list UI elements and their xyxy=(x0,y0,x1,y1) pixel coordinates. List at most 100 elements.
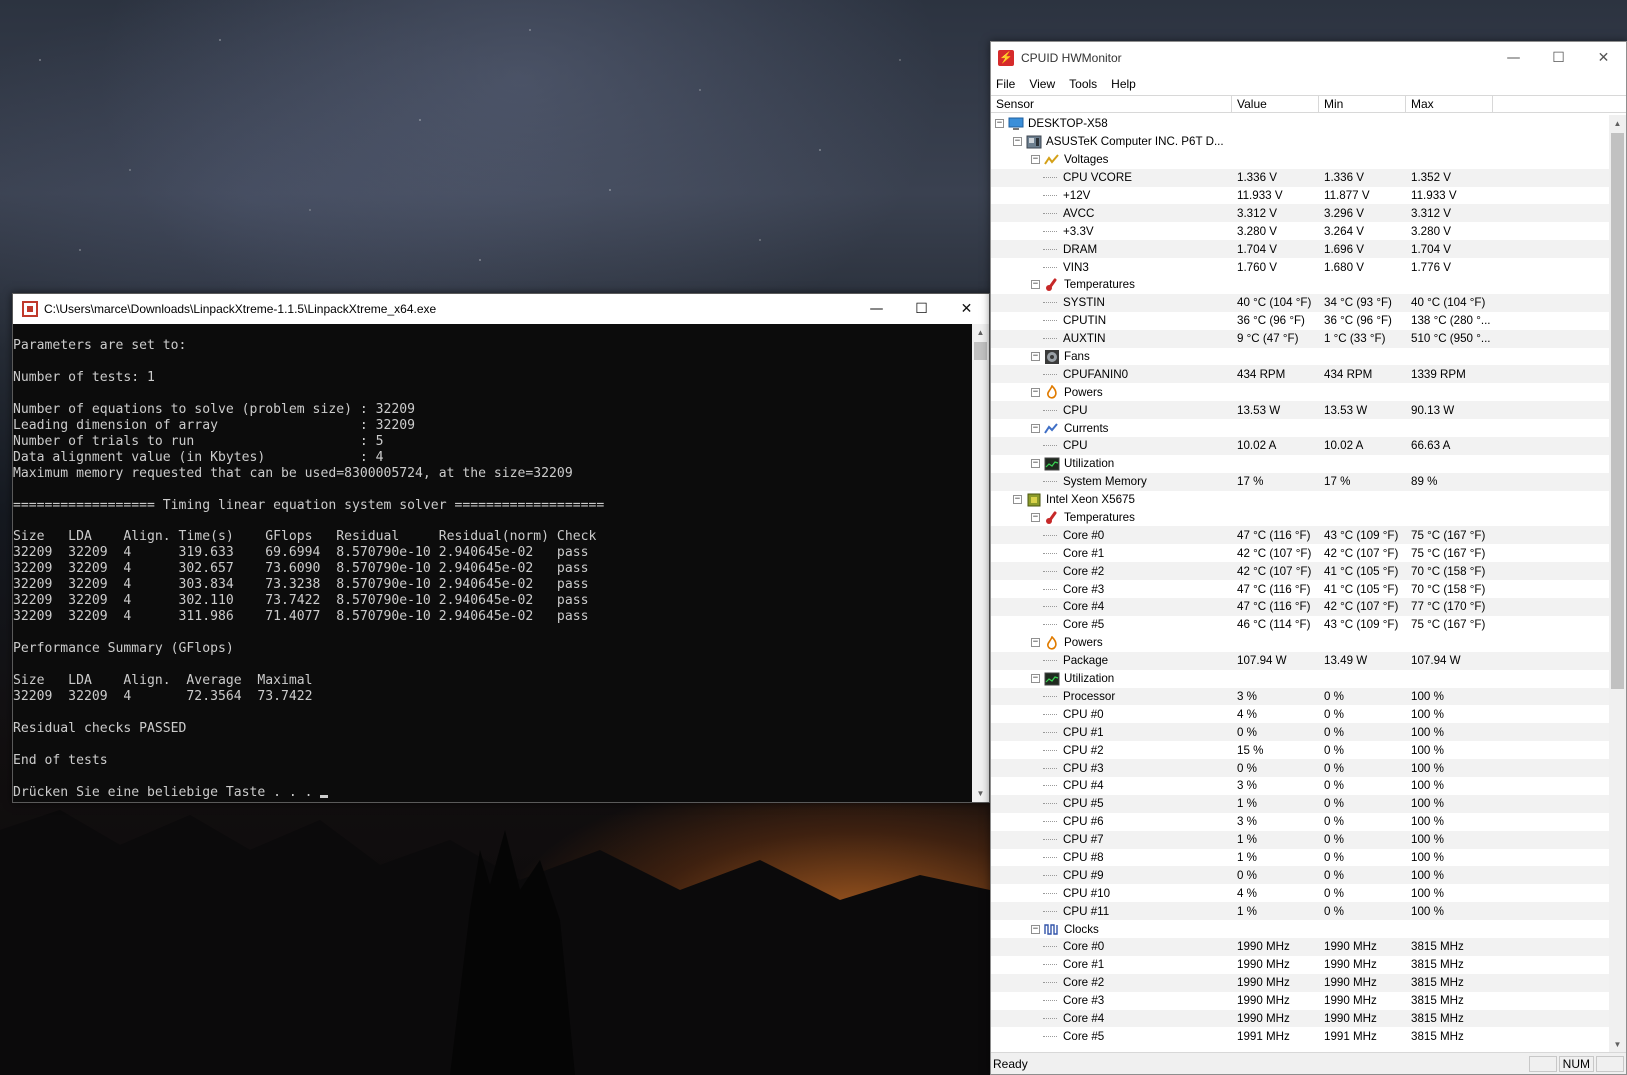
sensor-row[interactable]: Processor 3 % 0 % 100 % xyxy=(991,687,1610,706)
sensor-row[interactable]: VIN3 1.760 V 1.680 V 1.776 V xyxy=(991,258,1610,276)
sensor-value: 4 % xyxy=(1237,707,1257,721)
sensor-row[interactable]: Package 107.94 W 13.49 W 107.94 W xyxy=(991,651,1610,670)
collapse-icon[interactable]: − xyxy=(1013,137,1022,147)
collapse-icon[interactable]: − xyxy=(1031,459,1040,469)
collapse-icon[interactable]: − xyxy=(995,119,1004,129)
console-scrollbar[interactable]: ▲ ▼ xyxy=(972,324,989,802)
console-line: 32209 32209 4 303.834 73.3238 8.570790e-… xyxy=(13,577,589,593)
close-button[interactable]: ✕ xyxy=(944,294,989,324)
sensor-group-row[interactable]: − Powers xyxy=(991,634,1610,652)
scroll-up-arrow-icon[interactable]: ▲ xyxy=(972,324,989,341)
sensor-row[interactable]: CPU #7 1 % 0 % 100 % xyxy=(991,830,1610,849)
sensor-group-row[interactable]: − Temperatures xyxy=(991,276,1610,294)
console-output[interactable]: Parameters are set to: Number of tests: … xyxy=(13,324,972,802)
minimize-button[interactable]: — xyxy=(1491,42,1536,73)
sensor-row[interactable]: CPUTIN 36 °C (96 °F) 36 °C (96 °F) 138 °C (… xyxy=(991,312,1610,330)
collapse-icon[interactable]: − xyxy=(1031,352,1040,362)
sensor-row[interactable]: CPU #8 1 % 0 % 100 % xyxy=(991,849,1610,867)
sensor-group-row[interactable]: − Clocks xyxy=(991,920,1610,938)
sensor-row[interactable]: +12V 11.933 V 11.877 V 11.933 V xyxy=(991,187,1610,205)
sensor-group-row[interactable]: − Currents xyxy=(991,419,1610,437)
sensor-row[interactable]: Core #4 1990 MHz 1990 MHz 3815 MHz xyxy=(991,1009,1610,1028)
column-max[interactable]: Max xyxy=(1406,96,1493,112)
sensor-row[interactable]: CPU #0 4 % 0 % 100 % xyxy=(991,705,1610,723)
maximize-button[interactable]: ☐ xyxy=(1536,42,1581,73)
sensor-row[interactable]: AUXTIN 9 °C (47 °F) 1 °C (33 °F) 510 °C (95… xyxy=(991,329,1610,348)
scroll-down-arrow-icon[interactable]: ▼ xyxy=(1609,1036,1626,1053)
sensor-group-row[interactable]: − Utilization xyxy=(991,455,1610,473)
column-min[interactable]: Min xyxy=(1319,96,1406,112)
collapse-icon[interactable]: − xyxy=(1031,423,1040,433)
column-value[interactable]: Value xyxy=(1232,96,1319,112)
device-row[interactable]: − ASUSTeK Computer INC. P6T D... xyxy=(991,133,1610,151)
sensor-row[interactable]: Core #3 47 °C (116 °F) 41 °C (105 °F) 70 °C… xyxy=(991,580,1610,598)
sensor-row[interactable]: CPU #9 0 % 0 % 100 % xyxy=(991,866,1610,885)
menu-file[interactable]: File xyxy=(996,77,1015,91)
sensor-row[interactable]: System Memory 17 % 17 % 89 % xyxy=(991,472,1610,491)
collapse-icon[interactable]: − xyxy=(1031,638,1040,648)
sensor-row[interactable]: CPU #4 3 % 0 % 100 % xyxy=(991,777,1610,795)
scrollbar-thumb[interactable] xyxy=(974,342,987,360)
sensor-row[interactable]: CPU VCORE 1.336 V 1.336 V 1.352 V xyxy=(991,168,1610,187)
sensor-row[interactable]: Core #2 42 °C (107 °F) 41 °C (105 °F) 70 °C… xyxy=(991,562,1610,581)
collapse-icon[interactable]: − xyxy=(1031,387,1040,397)
scroll-up-arrow-icon[interactable]: ▲ xyxy=(1609,115,1626,132)
scroll-down-arrow-icon[interactable]: ▼ xyxy=(972,785,989,802)
scrollbar-thumb[interactable] xyxy=(1611,133,1624,689)
sensor-row[interactable]: AVCC 3.312 V 3.296 V 3.312 V xyxy=(991,204,1610,223)
sensor-row[interactable]: Core #0 47 °C (116 °F) 43 °C (109 °F) 75 °C… xyxy=(991,526,1610,545)
sensor-row[interactable]: CPU #5 1 % 0 % 100 % xyxy=(991,794,1610,813)
sensor-row[interactable]: CPU #6 3 % 0 % 100 % xyxy=(991,813,1610,831)
console-titlebar[interactable]: C:\Users\marce\Downloads\LinpackXtreme-1… xyxy=(13,294,989,324)
collapse-icon[interactable]: − xyxy=(1031,674,1040,684)
sensor-row[interactable]: CPU #3 0 % 0 % 100 % xyxy=(991,759,1610,777)
minimize-button[interactable]: — xyxy=(854,294,899,324)
sensor-row[interactable]: CPU #2 15 % 0 % 100 % xyxy=(991,741,1610,759)
console-window[interactable]: C:\Users\marce\Downloads\LinpackXtreme-1… xyxy=(12,293,990,803)
maximize-button[interactable]: ☐ xyxy=(899,294,944,324)
sensor-row[interactable]: DRAM 1.704 V 1.696 V 1.704 V xyxy=(991,240,1610,259)
menu-view[interactable]: View xyxy=(1029,77,1055,91)
sensor-group-row[interactable]: − Utilization xyxy=(991,670,1610,688)
hwmonitor-titlebar[interactable]: ⚡ CPUID HWMonitor — ☐ ✕ xyxy=(991,42,1626,73)
collapse-icon[interactable]: − xyxy=(1031,513,1040,523)
sensor-row[interactable]: CPU #11 1 % 0 % 100 % xyxy=(991,902,1610,921)
column-sensor[interactable]: Sensor xyxy=(991,96,1232,112)
sensor-row[interactable]: Core #1 1990 MHz 1990 MHz 3815 MHz xyxy=(991,956,1610,974)
sensor-row[interactable]: Core #2 1990 MHz 1990 MHz 3815 MHz xyxy=(991,973,1610,992)
sensor-row[interactable]: CPU #10 4 % 0 % 100 % xyxy=(991,884,1610,902)
sensor-label: CPU #1 xyxy=(1063,725,1104,739)
hwmonitor-window[interactable]: ⚡ CPUID HWMonitor — ☐ ✕ File View Tools … xyxy=(990,41,1627,1075)
menu-help[interactable]: Help xyxy=(1111,77,1136,91)
close-button[interactable]: ✕ xyxy=(1581,42,1626,73)
sensor-row[interactable]: Core #4 47 °C (116 °F) 42 °C (107 °F) 77 °C… xyxy=(991,598,1610,616)
sensor-row[interactable]: Core #3 1990 MHz 1990 MHz 3815 MHz xyxy=(991,992,1610,1010)
sensor-label: AVCC xyxy=(1063,206,1095,220)
sensor-group-row[interactable]: − Temperatures xyxy=(991,509,1610,527)
menu-tools[interactable]: Tools xyxy=(1069,77,1097,91)
sensor-row[interactable]: Core #1 42 °C (107 °F) 42 °C (107 °F) 75 °C… xyxy=(991,544,1610,562)
collapse-icon[interactable]: − xyxy=(1031,155,1040,165)
sensor-row[interactable]: CPU #1 0 % 0 % 100 % xyxy=(991,723,1610,742)
sensor-row[interactable]: +3.3V 3.280 V 3.264 V 3.280 V xyxy=(991,222,1610,240)
sensor-row[interactable]: CPU 13.53 W 13.53 W 90.13 W xyxy=(991,401,1610,420)
collapse-icon[interactable]: − xyxy=(1031,924,1040,934)
sensor-group-row[interactable]: − Powers xyxy=(991,383,1610,401)
sensor-group-row[interactable]: − Fans xyxy=(991,348,1610,366)
device-row[interactable]: − DESKTOP-X58 xyxy=(991,115,1610,133)
console-title: C:\Users\marce\Downloads\LinpackXtreme-1… xyxy=(44,302,437,316)
sensor-row[interactable]: Core #5 46 °C (114 °F) 43 °C (109 °F) 75 °C… xyxy=(991,616,1610,634)
sensor-group-row[interactable]: − Voltages xyxy=(991,151,1610,169)
sensor-tree[interactable]: − DESKTOP-X58− ASUSTeK Computer INC. P6T D… xyxy=(991,115,1610,1053)
sensor-row[interactable]: SYSTIN 40 °C (104 °F) 34 °C (93 °F) 40 °C (… xyxy=(991,293,1610,312)
collapse-icon[interactable]: − xyxy=(1013,495,1022,505)
sensor-row[interactable]: CPUFANIN0 434 RPM 434 RPM 1339 RPM xyxy=(991,365,1610,384)
sensor-row[interactable]: Core #5 1991 MHz 1991 MHz 3815 MHz xyxy=(991,1027,1610,1045)
device-row[interactable]: − Intel Xeon X5675 xyxy=(991,491,1610,509)
sensor-tree-scrollbar[interactable]: ▲ ▼ xyxy=(1609,115,1626,1053)
console-line: Number of trials to run : 5 xyxy=(13,433,384,449)
sensor-row[interactable]: CPU 10.02 A 10.02 A 66.63 A xyxy=(991,437,1610,455)
sensor-label: Processor xyxy=(1063,689,1116,703)
sensor-row[interactable]: Core #0 1990 MHz 1990 MHz 3815 MHz xyxy=(991,937,1610,956)
collapse-icon[interactable]: − xyxy=(1031,280,1040,290)
